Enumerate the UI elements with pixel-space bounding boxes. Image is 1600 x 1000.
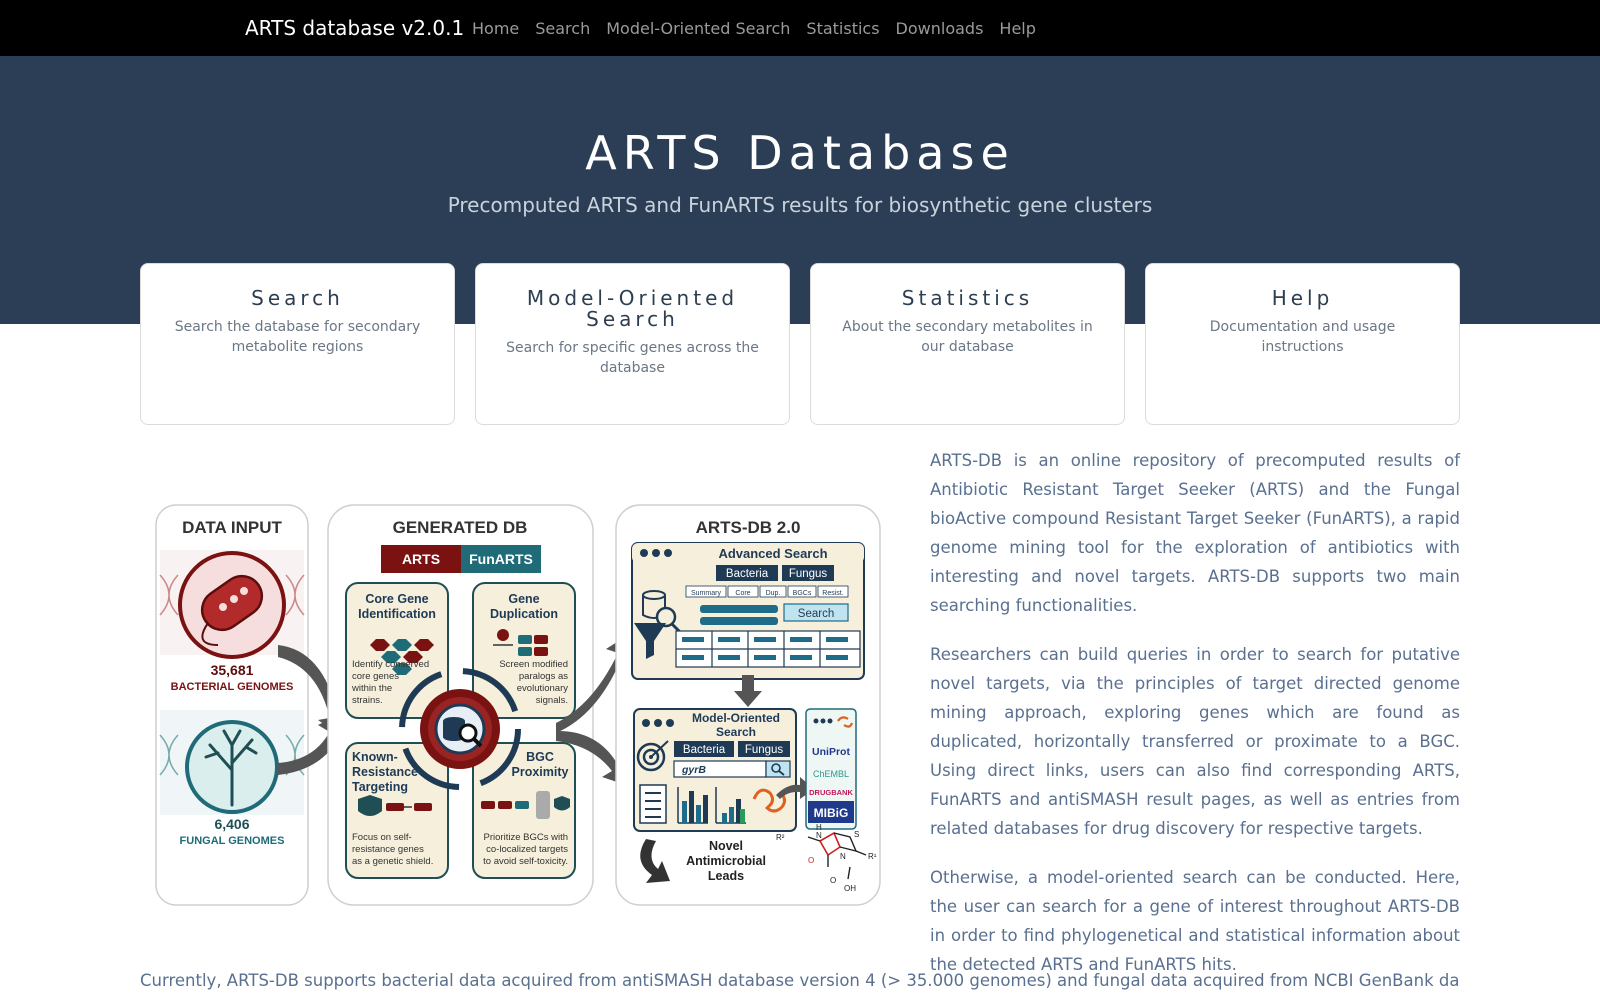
card-title: Model-Oriented Search [526, 286, 739, 331]
leads-label: Antimicrobial [686, 854, 766, 868]
core-gene-desc: Identify conserved [352, 659, 429, 670]
bgc-proximity-desc: Prioritize BGCs with [484, 832, 568, 843]
leads-label: Novel [709, 839, 743, 853]
gene-duplication-desc: Screen modified [499, 659, 568, 670]
nav-search[interactable]: Search [535, 19, 590, 38]
card-search[interactable]: Search Search the database for secondary… [140, 263, 455, 425]
bgc-proximity-title: Proximity [512, 765, 569, 779]
db-uniprot: UniProt [812, 746, 850, 758]
leads-label: Leads [708, 869, 744, 883]
known-resistance-title: Known- [352, 750, 398, 764]
db-drugbank: DRUGBANK [809, 788, 853, 797]
db-mibig: MIBiG [814, 806, 849, 820]
generated-db-title: GENERATED DB [393, 518, 528, 537]
arts-db-title: ARTS-DB 2.0 [696, 518, 801, 537]
feature-cards: Search Search the database for secondary… [140, 263, 1460, 425]
card-help[interactable]: Help Documentation and usage instruction… [1145, 263, 1460, 425]
known-resistance-desc: as a genetic shield. [352, 856, 433, 867]
workflow-diagram-svg: DATA INPUT 35,681 BACTERIAL GENOMES 6,40… [155, 504, 881, 906]
chem-label: N [816, 831, 822, 840]
gene-duplication-title: Duplication [490, 607, 558, 621]
card-title: Search [251, 286, 344, 310]
intro-paragraph: Researchers can build queries in order t… [930, 645, 1460, 838]
filter-resist: Resist. [822, 590, 843, 597]
nav-links: Home Search Model-Oriented Search Statis… [472, 0, 1052, 56]
intro-paragraph: ARTS-DB is an online repository of preco… [930, 451, 1460, 615]
mos-title: Search [716, 725, 756, 739]
chem-label: O [830, 876, 836, 885]
page-title: ARTS Database [585, 126, 1015, 180]
bgc-proximity-title: BGC [526, 750, 554, 764]
card-description: Search the database for secondary metabo… [174, 319, 421, 355]
brand-link[interactable]: ARTS database v2.0.1 [245, 0, 464, 56]
card-title: Help [1271, 286, 1334, 310]
fungal-genome-count: 6,406 [214, 816, 249, 832]
nav-downloads[interactable]: Downloads [896, 19, 984, 38]
card-description: Search for specific genes across the dat… [506, 340, 759, 376]
navbar: ARTS database v2.0.1 Home Search Model-O… [0, 0, 1600, 56]
data-source-paragraph: Currently, ARTS-DB supports bacterial da… [140, 971, 1460, 990]
bacteria-chip-label: Bacteria [726, 568, 769, 580]
funarts-tag-label: FunARTS [469, 551, 533, 567]
known-resistance-desc: resistance genes [352, 844, 424, 855]
known-resistance-desc: Focus on self- [352, 832, 412, 843]
core-gene-desc: strains. [352, 695, 383, 706]
intro-text: ARTS-DB is an online repository of preco… [930, 446, 1460, 999]
known-resistance-title: Resistance [352, 765, 418, 779]
gene-duplication-desc: signals. [536, 695, 568, 706]
filter-bgcs: BGCs [793, 590, 812, 597]
bacteria-icon [159, 550, 305, 659]
data-input-title: DATA INPUT [182, 518, 282, 537]
card-description: Documentation and usage instructions [1209, 319, 1396, 355]
core-gene-desc: within the [351, 683, 392, 694]
db-chembl: ChEMBL [813, 769, 849, 779]
search-button-label: Search [798, 608, 834, 620]
card-statistics[interactable]: Statistics About the secondary metabolit… [810, 263, 1125, 425]
core-gene-title: Core Gene [365, 592, 428, 606]
gene-query-value: gyrB [681, 764, 706, 776]
mos-bacteria-label: Bacteria [683, 744, 726, 756]
mos-title: Model-Oriented [692, 711, 780, 725]
card-description: About the secondary metabolites in our d… [842, 319, 1093, 355]
workflow-diagram: DATA INPUT 35,681 BACTERIAL GENOMES 6,40… [148, 495, 892, 908]
chem-label: S [854, 830, 859, 839]
chem-label: N [840, 852, 846, 861]
filter-summary: Summary [691, 590, 721, 597]
intro-paragraph: Otherwise, a model-oriented search can b… [930, 868, 1460, 974]
arts-tag-label: ARTS [402, 551, 440, 567]
gene-duplication-desc: evolutionary [517, 683, 568, 694]
bgc-proximity-desc: co-localized targets [486, 844, 568, 855]
filter-core: Core [735, 590, 750, 597]
known-resistance-title: Targeting [352, 780, 408, 794]
bgc-proximity-desc: to avoid self-toxicity. [483, 856, 568, 867]
chem-label: R² [776, 833, 785, 842]
gene-duplication-title: Gene [508, 592, 539, 606]
chem-label: R¹ [868, 852, 877, 861]
mos-fungus-label: Fungus [745, 744, 784, 756]
filter-dup: Dup. [766, 590, 781, 597]
page-subtitle: Precomputed ARTS and FunARTS results for… [447, 193, 1153, 217]
fungus-icon [159, 710, 305, 815]
fungal-genome-label: FUNGAL GENOMES [180, 835, 285, 847]
nav-model-oriented-search[interactable]: Model-Oriented Search [606, 19, 790, 38]
core-gene-desc: core genes [352, 671, 399, 682]
nav-help[interactable]: Help [999, 19, 1035, 38]
advanced-search-title: Advanced Search [718, 546, 827, 561]
chem-label: O [808, 856, 814, 865]
bacterial-genome-count: 35,681 [211, 662, 254, 678]
chem-label: OH [844, 884, 856, 893]
nav-statistics[interactable]: Statistics [806, 19, 879, 38]
gene-duplication-desc: paralogs as [519, 671, 568, 682]
core-gene-title: Identification [358, 607, 436, 621]
fungus-chip-label: Fungus [789, 568, 828, 580]
bacterial-genome-label: BACTERIAL GENOMES [171, 681, 294, 693]
card-model-oriented-search[interactable]: Model-Oriented Search Search for specifi… [475, 263, 790, 425]
card-title: Statistics [901, 286, 1034, 310]
results-table [675, 630, 861, 668]
nav-home[interactable]: Home [472, 19, 519, 38]
